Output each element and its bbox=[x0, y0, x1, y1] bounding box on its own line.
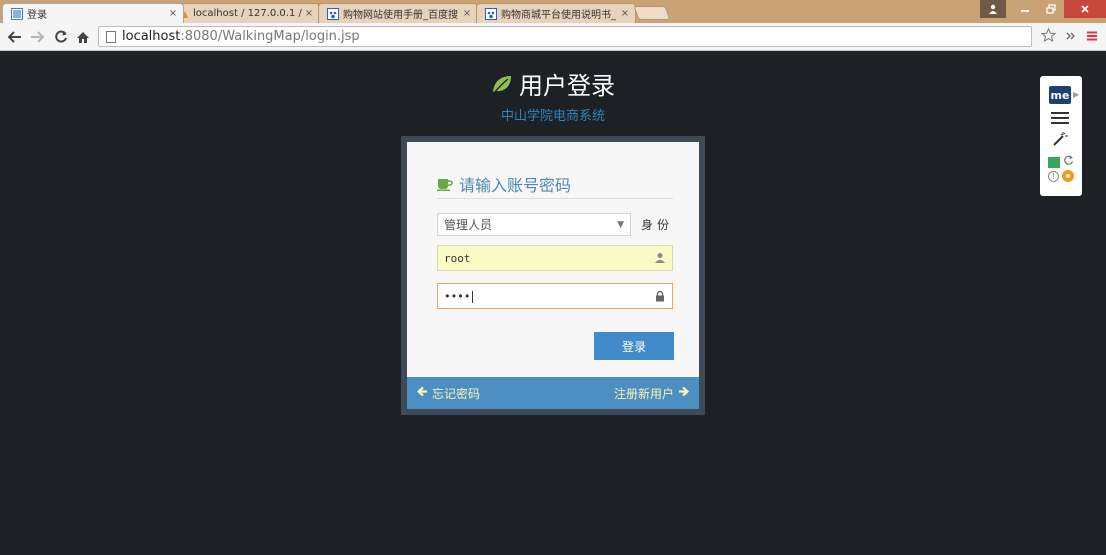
lock-icon bbox=[656, 290, 664, 302]
password-value: •••• bbox=[444, 290, 666, 303]
toolbar-right bbox=[1040, 27, 1098, 46]
home-icon[interactable] bbox=[74, 28, 92, 46]
role-selected-value: 管理人员 bbox=[444, 218, 493, 232]
cast-icon[interactable] bbox=[1048, 156, 1060, 168]
username-value: root bbox=[444, 251, 471, 265]
close-window-icon[interactable] bbox=[1064, 0, 1106, 18]
arrow-right-icon bbox=[678, 386, 690, 401]
forgot-password-label: 忘记密码 bbox=[432, 386, 481, 401]
browser-titlebar: 登录 × localhost / 127.0.0.1 / sl × 购物网站使用… bbox=[0, 0, 1106, 23]
role-select[interactable]: 管理人员 ▼ bbox=[437, 213, 631, 236]
extensions-overflow-icon[interactable] bbox=[1066, 30, 1076, 45]
tab-baidu-manual[interactable]: 购物网站使用手册_百度搜 × bbox=[318, 3, 478, 23]
tab-phpmyadmin[interactable]: localhost / 127.0.0.1 / sl × bbox=[168, 3, 320, 23]
dropdown-caret-icon: ▼ bbox=[617, 219, 624, 230]
info-icon[interactable]: ! bbox=[1048, 170, 1059, 182]
eye-icon[interactable] bbox=[1062, 170, 1074, 182]
arrow-left-icon bbox=[416, 386, 428, 401]
form-heading-text: 请输入账号密码 bbox=[459, 176, 572, 195]
forward-arrow-icon[interactable] bbox=[28, 28, 46, 46]
tab-close-icon[interactable]: × bbox=[619, 8, 631, 19]
login-header: 用户登录 中山学院电商系统 bbox=[0, 66, 1106, 124]
baidu-favicon-icon bbox=[327, 7, 339, 20]
login-form: 请输入账号密码 管理人员 ▼ 身份 root •••• 登录 bbox=[407, 142, 699, 377]
login-box: 请输入账号密码 管理人员 ▼ 身份 root •••• 登录 忘记密码 注册新用… bbox=[401, 136, 705, 415]
reload-icon[interactable] bbox=[52, 28, 70, 46]
url-text: localhost:8080/WalkingMap/login.jsp bbox=[122, 29, 360, 44]
username-field[interactable]: root bbox=[437, 245, 673, 271]
extension-row: ! bbox=[1048, 170, 1074, 182]
tab-close-icon[interactable]: × bbox=[461, 8, 473, 19]
page-favicon-icon bbox=[11, 7, 23, 20]
password-mask: •••• bbox=[444, 289, 471, 303]
tab-close-icon[interactable]: × bbox=[167, 8, 179, 19]
login-footer: 忘记密码 注册新用户 bbox=[407, 377, 699, 409]
forgot-password-link[interactable]: 忘记密码 bbox=[416, 385, 481, 402]
page-icon bbox=[106, 30, 116, 43]
register-label: 注册新用户 bbox=[613, 386, 674, 401]
expand-arrow-icon[interactable]: ▶ bbox=[1073, 90, 1079, 99]
url-path: :8080/WalkingMap/login.jsp bbox=[180, 29, 360, 44]
tab-baidu-guide[interactable]: 购物商城平台使用说明书_ × bbox=[476, 3, 636, 23]
tab-close-icon[interactable]: × bbox=[303, 8, 315, 19]
extension-row bbox=[1048, 155, 1074, 169]
page-title: 用户登录 bbox=[491, 66, 615, 101]
password-field[interactable]: •••• bbox=[437, 283, 673, 309]
role-label: 身份 bbox=[640, 218, 673, 232]
page-subtitle: 中山学院电商系统 bbox=[500, 109, 605, 124]
magic-wand-icon[interactable] bbox=[1050, 131, 1068, 153]
role-row: 管理人员 ▼ 身份 bbox=[437, 213, 673, 236]
window-controls bbox=[980, 0, 1106, 18]
baidu-favicon-icon bbox=[485, 7, 497, 20]
tab-title: 登录 bbox=[27, 10, 47, 21]
form-heading: 请输入账号密码 bbox=[437, 172, 571, 196]
bookmark-star-icon[interactable] bbox=[1040, 27, 1057, 46]
leaf-icon bbox=[493, 75, 511, 93]
refresh-icon[interactable] bbox=[1063, 155, 1074, 169]
page-body: 用户登录 中山学院电商系统 请输入账号密码 管理人员 ▼ 身份 root •••… bbox=[0, 52, 1106, 555]
user-icon bbox=[655, 253, 665, 263]
register-link[interactable]: 注册新用户 bbox=[613, 385, 690, 402]
address-bar[interactable]: localhost:8080/WalkingMap/login.jsp bbox=[98, 26, 1032, 47]
login-button[interactable]: 登录 bbox=[594, 332, 674, 360]
tab-login[interactable]: 登录 × bbox=[2, 3, 184, 23]
new-tab-button[interactable] bbox=[633, 6, 671, 20]
me-extension-badge[interactable]: me bbox=[1049, 86, 1071, 104]
page-title-text: 用户登录 bbox=[519, 72, 615, 100]
restore-icon[interactable] bbox=[1038, 0, 1064, 18]
profile-icon[interactable] bbox=[980, 0, 1006, 18]
browser-toolbar: localhost:8080/WalkingMap/login.jsp bbox=[0, 23, 1106, 51]
hamburger-menu-icon[interactable] bbox=[1051, 112, 1069, 127]
back-arrow-icon[interactable] bbox=[6, 28, 24, 46]
minimize-icon[interactable] bbox=[1012, 0, 1038, 18]
divider bbox=[437, 198, 673, 199]
tab-title: 购物网站使用手册_百度搜 bbox=[343, 10, 458, 21]
tab-title: 购物商城平台使用说明书_ bbox=[501, 10, 616, 21]
coffee-icon bbox=[437, 179, 453, 191]
tab-title: localhost / 127.0.0.1 / sl bbox=[193, 8, 303, 19]
browser-menu-icon[interactable] bbox=[1086, 28, 1098, 46]
extension-panel: me ▶ ! bbox=[1040, 76, 1082, 196]
text-cursor bbox=[471, 290, 473, 303]
url-host: localhost bbox=[122, 29, 181, 44]
